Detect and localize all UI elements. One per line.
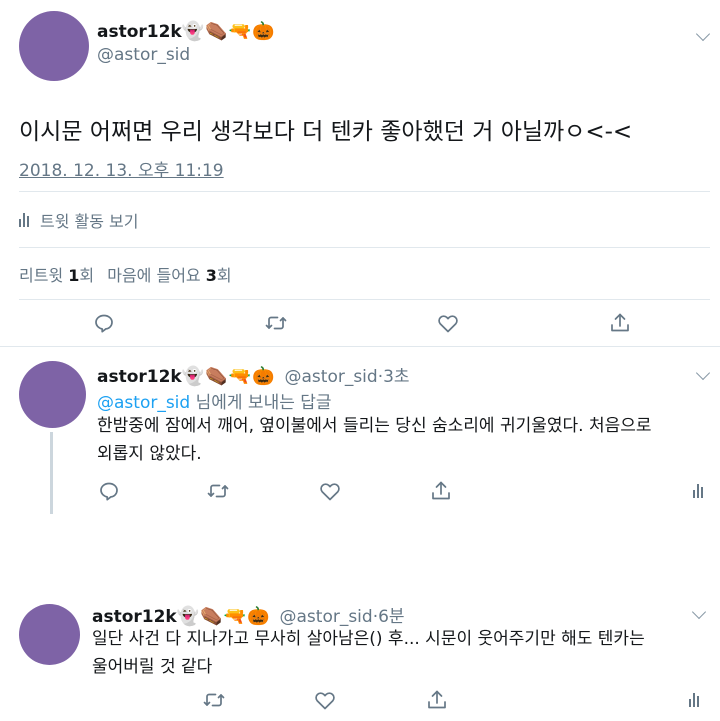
- like-count: 3: [205, 266, 217, 285]
- reply-avatar[interactable]: [19, 604, 80, 665]
- divider: [19, 299, 710, 300]
- like-heart-icon[interactable]: [313, 688, 337, 712]
- reply-chevron-down-icon[interactable]: [691, 604, 707, 620]
- main-tweet-text: 이시문 어쩌면 우리 생각보다 더 텐카 좋아했던 거 아닐까ㅇ<-<: [19, 119, 633, 145]
- share-icon[interactable]: [425, 688, 449, 712]
- reply-handle[interactable]: @astor_sid: [280, 607, 373, 627]
- reply-chevron-down-icon[interactable]: [695, 365, 711, 381]
- reply-display-name[interactable]: astor12k👻⚰️🔫🎃: [92, 606, 271, 627]
- replying-to: @astor_sid 님에게 보내는 답글: [97, 388, 332, 413]
- reply-icon[interactable]: [92, 311, 116, 335]
- retweet-label: 리트윗: [19, 266, 64, 285]
- like-heart-icon[interactable]: [318, 479, 342, 503]
- tweet-activity-label: 트윗 활동 보기: [40, 212, 139, 231]
- retweet-icon[interactable]: [206, 479, 230, 503]
- reply-text: 일단 사건 다 지나가고 무사히 살아남은() 후... 시문이 웃어주기만 해…: [92, 625, 645, 681]
- tweet-activity-link[interactable]: 트윗 활동 보기: [19, 208, 139, 232]
- analytics-icon: [19, 213, 31, 227]
- reply-header: astor12k👻⚰️🔫🎃 @astor_sid·6분: [92, 602, 405, 627]
- main-display-name[interactable]: astor12k👻⚰️🔫🎃: [97, 21, 275, 42]
- retweets-link[interactable]: 리트윗 1회: [19, 266, 99, 285]
- main-timestamp[interactable]: 2018. 12. 13. 오후 11:19: [19, 156, 224, 181]
- reply-handle[interactable]: @astor_sid: [285, 367, 378, 387]
- display-name-text: astor12k: [97, 22, 182, 42]
- thread-line: [50, 432, 53, 514]
- reply-text-line: 일단 사건 다 지나가고 무사히 살아남은() 후... 시문이 웃어주기만 해…: [92, 629, 645, 649]
- engagement-counts: 리트윗 1회 마음에 들어요 3회: [19, 262, 232, 286]
- name-emojis: 👻⚰️🔫🎃: [181, 366, 276, 387]
- retweet-unit: 회: [79, 266, 95, 285]
- divider: [19, 247, 710, 248]
- reply-text-line: 울어버릴 것 같다: [92, 657, 213, 677]
- retweet-count: 1: [68, 266, 80, 285]
- like-label: 마음에 들어요: [107, 266, 201, 285]
- divider: [0, 346, 720, 347]
- display-name-text: astor12k: [92, 607, 177, 627]
- name-emojis: 👻⚰️🔫🎃: [176, 606, 271, 627]
- share-icon[interactable]: [429, 479, 453, 503]
- likes-link[interactable]: 마음에 들어요 3회: [107, 266, 231, 285]
- reply-to-suffix: 님에게 보내는 답글: [190, 393, 332, 413]
- reply-avatar[interactable]: [19, 361, 86, 428]
- like-unit: 회: [216, 266, 232, 285]
- like-heart-icon[interactable]: [436, 311, 460, 335]
- reply-icon[interactable]: [97, 479, 121, 503]
- main-chevron-down-icon[interactable]: [695, 26, 711, 42]
- retweet-icon[interactable]: [202, 688, 226, 712]
- retweet-icon[interactable]: [264, 311, 288, 335]
- divider: [19, 191, 710, 192]
- reply-time[interactable]: 6분: [378, 607, 404, 627]
- reply-to-handle[interactable]: @astor_sid: [97, 393, 190, 413]
- reply-text: 한밤중에 잠에서 깨어, 옆이불에서 들리는 당신 숨소리에 귀기울였다. 처음…: [97, 412, 652, 468]
- main-avatar[interactable]: [19, 11, 89, 81]
- name-emojis: 👻⚰️🔫🎃: [181, 21, 276, 42]
- analytics-icon[interactable]: [693, 484, 705, 498]
- share-icon[interactable]: [608, 311, 632, 335]
- reply-time[interactable]: 3초: [383, 367, 409, 387]
- reply-header: astor12k👻⚰️🔫🎃 @astor_sid·3초: [97, 362, 410, 387]
- reply-display-name[interactable]: astor12k👻⚰️🔫🎃: [97, 366, 276, 387]
- reply-text-line: 외롭지 않았다.: [97, 444, 202, 464]
- display-name-text: astor12k: [97, 367, 182, 387]
- reply-text-line: 한밤중에 잠에서 깨어, 옆이불에서 들리는 당신 숨소리에 귀기울였다. 처음…: [97, 416, 652, 436]
- main-handle[interactable]: @astor_sid: [97, 45, 190, 65]
- analytics-icon[interactable]: [689, 693, 701, 707]
